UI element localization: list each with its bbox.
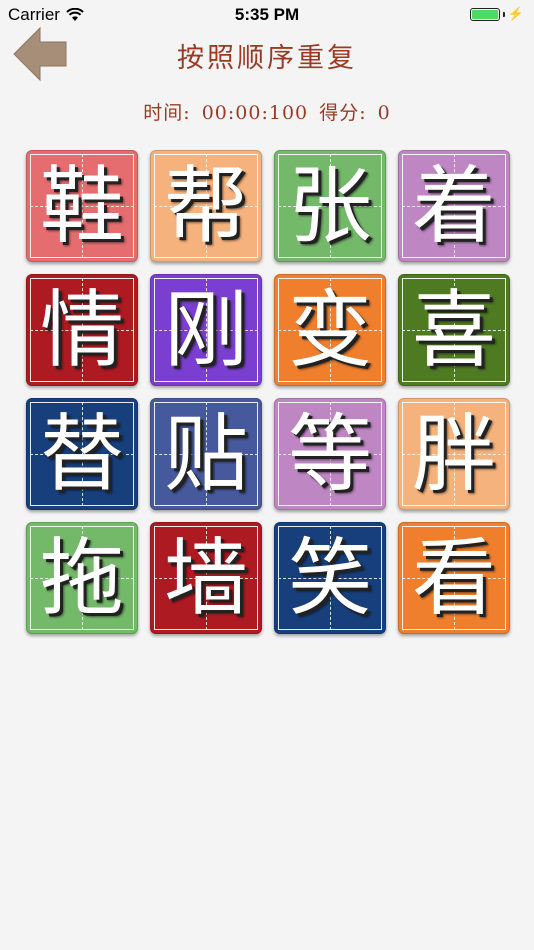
character-tile[interactable]: 刚 [150,274,262,386]
character-glyph: 看 [411,529,496,627]
character-glyph: 情 [39,281,124,379]
character-glyph: 笑 [287,529,372,627]
character-glyph: 贴 [163,405,248,503]
character-tile[interactable]: 胖 [398,398,510,510]
character-tile[interactable]: 等 [274,398,386,510]
character-glyph: 帮 [163,157,248,255]
character-glyph: 拖 [39,529,124,627]
page-title: 按照顺序重复 [177,43,357,74]
character-glyph: 变 [287,281,372,379]
character-tile[interactable]: 看 [398,522,510,634]
charging-bolt-icon: ⚡ [507,6,524,21]
time-label: 时间: [143,102,191,124]
character-glyph: 喜 [411,281,496,379]
character-glyph: 鞋 [39,157,124,255]
character-tile[interactable]: 帮 [150,150,262,262]
character-glyph: 等 [287,405,372,503]
character-glyph: 墙 [163,529,248,627]
character-glyph: 胖 [411,405,496,503]
character-tile[interactable]: 着 [398,150,510,262]
character-tile[interactable]: 墙 [150,522,262,634]
character-grid: 鞋 帮 张 着 情 刚 变 喜 替 贴 等 胖 拖 墙 笑 看 [26,150,510,634]
time-value: 00:00:100 [201,102,309,124]
status-time: 5:35 PM [234,5,300,24]
character-tile[interactable]: 张 [274,150,386,262]
score-value: 0 [377,102,391,124]
score-label: 得分: [319,102,367,124]
character-tile[interactable]: 变 [274,274,386,386]
character-tile[interactable]: 情 [26,274,138,386]
character-glyph: 刚 [163,281,248,379]
score-line: 时间: 00:00:100 得分: 0 [0,98,534,125]
character-tile[interactable]: 喜 [398,274,510,386]
battery-icon: ⚡ [469,6,524,22]
status-bar: Carrier 5:35 PM ⚡ [0,0,534,28]
character-tile[interactable]: 鞋 [26,150,138,262]
character-tile[interactable]: 替 [26,398,138,510]
character-glyph: 张 [287,157,372,255]
character-glyph: 替 [39,405,124,503]
character-tile[interactable]: 拖 [26,522,138,634]
character-glyph: 着 [411,157,496,255]
character-tile[interactable]: 贴 [150,398,262,510]
character-tile[interactable]: 笑 [274,522,386,634]
